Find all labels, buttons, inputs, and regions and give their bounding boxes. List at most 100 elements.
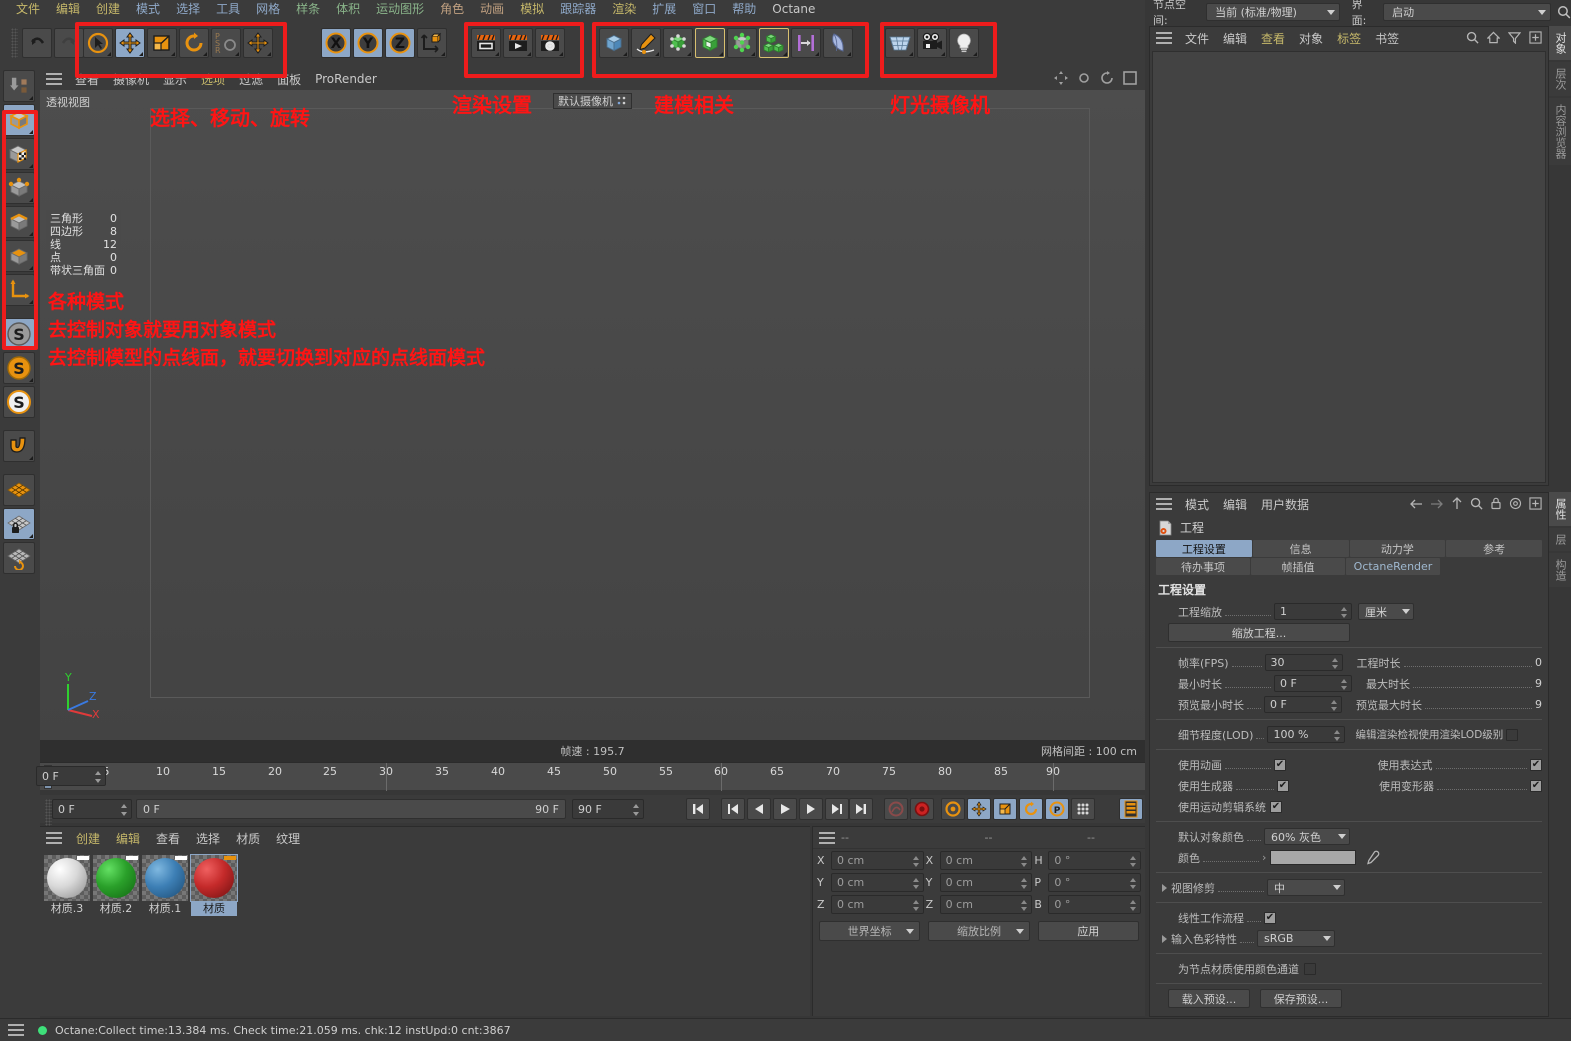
arrow-left-icon[interactable]	[1409, 498, 1423, 510]
quantize-button[interactable]	[3, 474, 35, 506]
material-name[interactable]: 材质.1	[142, 902, 188, 916]
polygon-mode-button[interactable]	[3, 240, 35, 272]
viewport-menu-display[interactable]: 显示	[156, 71, 194, 88]
object-menu-edit[interactable]: 编辑	[1216, 30, 1254, 47]
menu-item-character[interactable]: 角色	[432, 0, 472, 18]
arrow-up-icon[interactable]	[1451, 497, 1463, 510]
lod-field[interactable]: 100 %	[1267, 726, 1346, 743]
material-hamburger-icon[interactable]	[46, 832, 62, 844]
position-z-field[interactable]: 0 cm	[831, 894, 924, 914]
viewport-menu-options[interactable]: 选项	[194, 71, 232, 88]
menu-item-simulate[interactable]: 模拟	[512, 0, 552, 18]
object-menu-tags[interactable]: 标签	[1330, 30, 1368, 47]
expand-arrow-icon[interactable]	[1162, 883, 1167, 892]
position-key-button[interactable]	[967, 798, 991, 820]
eyedropper-icon[interactable]	[1364, 850, 1380, 866]
use-motionclip-checkbox[interactable]: ✔	[1270, 800, 1282, 813]
menu-item-spline[interactable]: 样条	[288, 0, 328, 18]
timeline-view-button[interactable]	[1119, 798, 1143, 820]
spinner-icon[interactable]	[1340, 678, 1348, 691]
home-icon[interactable]	[1487, 31, 1500, 44]
rotation-key-button[interactable]	[1019, 798, 1043, 820]
axis-mode-button[interactable]	[3, 274, 35, 306]
tool-dropdown-corner[interactable]	[559, 52, 563, 56]
material-preview[interactable]	[44, 855, 90, 901]
menu-item-extensions[interactable]: 扩展	[644, 0, 684, 18]
menu-item-select[interactable]: 选择	[168, 0, 208, 18]
material-name[interactable]: 材质.3	[44, 902, 90, 916]
menu-item-mode[interactable]: 模式	[128, 0, 168, 18]
plus-box-icon[interactable]	[1529, 31, 1542, 44]
material-preview[interactable]	[142, 855, 188, 901]
render-to-picture-viewer-button[interactable]	[503, 28, 533, 58]
menu-item-create[interactable]: 创建	[88, 0, 128, 18]
tool-dropdown-corner[interactable]	[235, 52, 239, 56]
viewport-menu-prorender[interactable]: ProRender	[308, 72, 384, 86]
menu-item-mograph[interactable]: 运动图形	[368, 0, 432, 18]
viewport-hamburger-icon[interactable]	[46, 73, 62, 85]
lock-grid-button[interactable]	[3, 508, 35, 540]
tool-dropdown-corner[interactable]	[687, 52, 691, 56]
menu-item-octane[interactable]: Octane	[764, 0, 823, 18]
tab-project-settings[interactable]: 工程设置	[1156, 540, 1252, 557]
tool-dropdown-corner[interactable]	[527, 52, 531, 56]
record-button[interactable]	[910, 798, 934, 820]
workplane-rotate-button[interactable]	[3, 542, 35, 574]
point-level-anim-button[interactable]	[1071, 798, 1095, 820]
target-icon[interactable]	[1509, 497, 1522, 510]
workplane-button[interactable]: S	[3, 352, 35, 384]
scene-environment-button[interactable]	[727, 28, 757, 58]
vtab-layers[interactable]: 层	[1549, 528, 1571, 551]
attribute-menu-user-data[interactable]: 用户数据	[1254, 496, 1316, 513]
move-tool-button[interactable]	[115, 28, 145, 58]
tool-dropdown-corner[interactable]	[783, 52, 787, 56]
vtab-objects[interactable]: 对象	[1549, 26, 1571, 60]
spinner-icon[interactable]	[632, 803, 640, 817]
filter-icon[interactable]	[1508, 31, 1521, 44]
min-time-field[interactable]: 0 F	[1274, 675, 1352, 692]
status-hamburger-icon[interactable]	[8, 1024, 24, 1036]
coordinate-system-dropdown[interactable]: 世界坐标	[819, 921, 921, 941]
object-menu-file[interactable]: 文件	[1178, 30, 1216, 47]
preview-range-slider[interactable]: 0 F 90 F	[136, 799, 566, 819]
object-manager-hamburger-icon[interactable]	[1156, 32, 1172, 44]
parameter-key-button[interactable]: P	[1045, 798, 1069, 820]
vtab-structure[interactable]: 构造	[1549, 553, 1571, 587]
rotate-tool-button[interactable]	[179, 28, 209, 58]
attribute-menu-edit[interactable]: 编辑	[1216, 496, 1254, 513]
material-preview[interactable]	[93, 855, 139, 901]
material-menu-create[interactable]: 创建	[68, 830, 108, 847]
node-material-color-checkbox[interactable]	[1304, 962, 1316, 975]
menu-item-tracker[interactable]: 跟踪器	[552, 0, 604, 18]
floor-sky-button[interactable]	[885, 28, 915, 58]
spinner-icon[interactable]	[1129, 877, 1137, 890]
spinner-icon[interactable]	[120, 803, 128, 817]
size-x-field[interactable]: 0 cm	[939, 850, 1033, 870]
use-expression-checkbox[interactable]: ✔	[1530, 758, 1542, 771]
menu-item-tools[interactable]: 工具	[208, 0, 248, 18]
timeline-current-frame-field[interactable]: 0 F	[36, 766, 106, 786]
attribute-menu-mode[interactable]: 模式	[1178, 496, 1216, 513]
menu-item-help[interactable]: 帮助	[724, 0, 764, 18]
rotation-p-field[interactable]: 0 °	[1048, 872, 1142, 892]
tab-dynamics[interactable]: 动力学	[1349, 540, 1446, 557]
material-item[interactable]: 材质.1	[142, 855, 188, 916]
tool-dropdown-corner[interactable]	[29, 300, 33, 304]
go-to-end-button[interactable]	[849, 798, 873, 820]
menu-item-volume[interactable]: 体积	[328, 0, 368, 18]
spinner-icon[interactable]	[1020, 877, 1028, 890]
spinner-icon[interactable]	[1330, 699, 1338, 712]
spinner-icon[interactable]	[94, 770, 102, 784]
camera-button[interactable]	[917, 28, 947, 58]
tool-dropdown-corner[interactable]	[267, 52, 271, 56]
tab-reference[interactable]: 参考	[1446, 540, 1542, 557]
tool-dropdown-corner[interactable]	[655, 52, 659, 56]
coordinates-hamburger-icon[interactable]	[819, 831, 835, 844]
undo-button[interactable]	[22, 28, 52, 58]
save-preset-button[interactable]: 保存预设...	[1260, 989, 1342, 1008]
material-item[interactable]: 材质.2	[93, 855, 139, 916]
material-menu-material[interactable]: 材质	[228, 830, 268, 847]
color-swatch[interactable]	[1270, 850, 1357, 865]
tool-dropdown-corner[interactable]	[441, 52, 445, 56]
timeline-ruler[interactable]: 0 5 10 15 20 25 30 35 40 45 50 55 60 65 …	[36, 762, 1145, 791]
